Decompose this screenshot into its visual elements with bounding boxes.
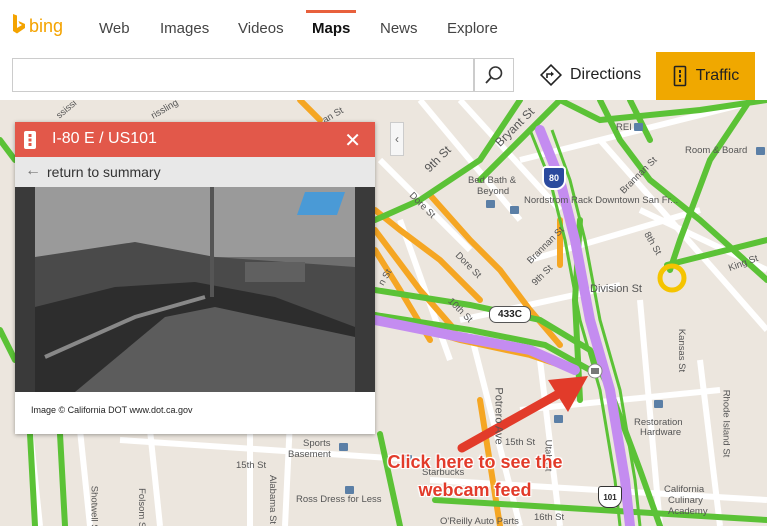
- i80-shield: 80: [542, 166, 566, 190]
- directions-label: Directions: [570, 66, 642, 83]
- callout-line-1: Click here to see the: [387, 452, 563, 472]
- map-label-bed-bath-1: Bed Bath &: [468, 175, 517, 186]
- map-label-kansas: Kansas St: [676, 328, 688, 373]
- us101-shield-label: 101: [603, 492, 617, 502]
- return-to-summary-link[interactable]: ← return to summary: [15, 157, 375, 187]
- image-credit: Image © California DOT www.dot.ca.gov: [31, 405, 193, 415]
- map-label-folsom: Folsom St: [135, 488, 147, 526]
- map-label-nordstrom: Nordstrom Rack Downtown San Fr...: [524, 195, 679, 206]
- ca433c-shield: 433C: [489, 306, 531, 323]
- map-label-auto-parts: O'Reilly Auto Parts: [440, 516, 519, 526]
- directions-icon: [540, 64, 562, 86]
- return-to-summary-label: return to summary: [47, 164, 161, 180]
- tab-images[interactable]: Images: [160, 20, 209, 37]
- active-tab-indicator: [306, 10, 356, 13]
- map-label-16th-st: 16th St: [534, 512, 565, 523]
- traffic-label: Traffic: [695, 67, 740, 84]
- search-button[interactable]: [474, 58, 514, 92]
- map-label-ross: Ross Dress for Less: [296, 494, 382, 505]
- webcam-image: [15, 187, 375, 392]
- panel-header: I-80 E / US101 ✕: [15, 122, 375, 157]
- map-label-potrero: Potrero Ave: [492, 387, 505, 445]
- chevron-left-icon: ‹: [395, 132, 399, 146]
- tab-web[interactable]: Web: [99, 20, 130, 37]
- tab-videos[interactable]: Videos: [238, 20, 284, 37]
- map-label-restoration-2: Hardware: [640, 427, 682, 438]
- traffic-light-icon: [673, 65, 687, 87]
- map-label-cca-1: California: [664, 484, 705, 495]
- map-label-sports-1: Sports: [303, 438, 331, 449]
- map-label-rhode: Rhode Island St: [720, 389, 732, 458]
- callout-line-2: webcam feed: [418, 480, 532, 500]
- arrow-left-icon: ←: [25, 162, 41, 179]
- map-label-15th-st: 15th St: [505, 437, 536, 448]
- traffic-light-icon: [23, 130, 37, 155]
- top-navigation: bing Web Images Videos Maps News Explore: [0, 0, 767, 52]
- search-icon: [485, 66, 503, 84]
- i80-shield-label: 80: [548, 173, 559, 183]
- map-label-room-board: Room & Board: [685, 145, 748, 156]
- map-label-rei: REI: [616, 122, 632, 133]
- logo-text: bing: [29, 16, 64, 36]
- map-label-bed-bath-2: Beyond: [477, 186, 510, 197]
- traffic-button[interactable]: Traffic: [656, 52, 755, 100]
- close-icon[interactable]: ✕: [344, 128, 361, 153]
- traffic-camera-panel: I-80 E / US101 ✕ ← return to summary Ima…: [15, 122, 375, 434]
- callout-annotation: Click here to see the webcam feed: [374, 448, 576, 504]
- map-label-alabama: Alabama St: [267, 474, 279, 525]
- tab-news[interactable]: News: [380, 20, 418, 37]
- map-label-15th-st-b: 15th St: [236, 460, 267, 471]
- search-input[interactable]: [12, 58, 474, 92]
- panel-title: I-80 E / US101: [52, 130, 157, 147]
- map-label-sports-2: Basement: [288, 449, 331, 460]
- directions-button[interactable]: Directions: [540, 58, 648, 92]
- us101-shield: 101: [598, 486, 622, 508]
- bing-b-icon: [12, 13, 26, 39]
- tab-maps[interactable]: Maps: [312, 20, 350, 37]
- bing-logo[interactable]: bing: [12, 12, 63, 40]
- map-label-cca-3: Academy: [668, 506, 708, 517]
- map-label-shotwell: Shotwell St: [88, 485, 100, 526]
- tab-explore[interactable]: Explore: [447, 20, 498, 37]
- map-label-division: Division St: [590, 283, 642, 295]
- ca433c-shield-label: 433C: [498, 309, 522, 320]
- collapse-panel-button[interactable]: ‹: [390, 122, 404, 156]
- map-label-cca-2: Culinary: [668, 495, 703, 506]
